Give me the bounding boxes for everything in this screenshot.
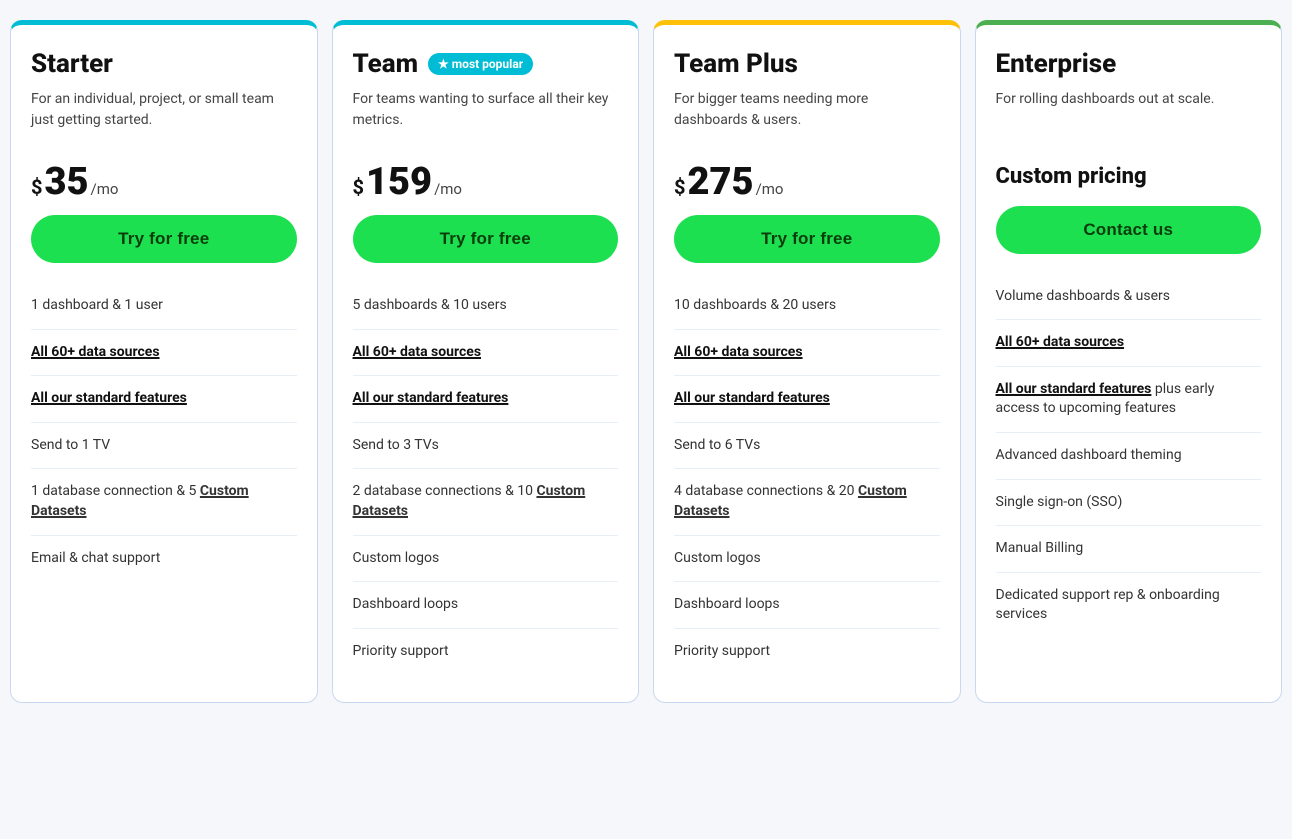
feature-bold-team-plus-4: Custom Datasets: [674, 483, 907, 519]
price-period-starter: /mo: [91, 180, 119, 198]
plan-price-team: $159/mo: [353, 163, 619, 201]
cta-button-enterprise[interactable]: Contact us: [996, 206, 1262, 254]
feature-item-team-6: Dashboard loops: [353, 582, 619, 629]
feature-item-starter-5: Email & chat support: [31, 536, 297, 582]
feature-item-enterprise-5: Manual Billing: [996, 526, 1262, 573]
plan-header-team: Team ★ most popular: [353, 49, 619, 79]
features-list-team-plus: 10 dashboards & 20 users All 60+ data sou…: [674, 283, 940, 674]
plan-name-team-plus: Team Plus: [674, 49, 798, 79]
plan-header-team-plus: Team Plus: [674, 49, 940, 79]
plan-description-team-plus: For bigger teams needing more dashboards…: [674, 89, 940, 149]
feature-item-team-4: 2 database connections & 10 Custom Datas…: [353, 469, 619, 535]
feature-link-team-plus-2[interactable]: All our standard features: [674, 390, 830, 406]
feature-item-team-3: Send to 3 TVs: [353, 423, 619, 470]
plan-card-team-plus: Team Plus For bigger teams needing more d…: [653, 20, 961, 703]
features-list-starter: 1 dashboard & 1 user All 60+ data sources…: [31, 283, 297, 581]
feature-item-team-plus-1: All 60+ data sources: [674, 330, 940, 377]
cta-button-team-plus[interactable]: Try for free: [674, 215, 940, 263]
price-dollar-team-plus: $: [674, 175, 685, 199]
custom-pricing-enterprise: Custom pricing: [996, 163, 1262, 192]
plan-header-starter: Starter: [31, 49, 297, 79]
feature-item-team-plus-3: Send to 6 TVs: [674, 423, 940, 470]
feature-link-enterprise-1[interactable]: All 60+ data sources: [996, 334, 1125, 350]
plan-card-enterprise: Enterprise For rolling dashboards out at …: [975, 20, 1283, 703]
feature-item-team-plus-0: 10 dashboards & 20 users: [674, 283, 940, 330]
pricing-grid: Starter For an individual, project, or sm…: [10, 20, 1282, 703]
feature-link-enterprise-2[interactable]: All our standard features: [996, 381, 1152, 397]
features-list-team: 5 dashboards & 10 users All 60+ data sour…: [353, 283, 619, 674]
feature-item-starter-1: All 60+ data sources: [31, 330, 297, 377]
price-period-team-plus: /mo: [756, 180, 784, 198]
feature-item-enterprise-1: All 60+ data sources: [996, 320, 1262, 367]
feature-link-starter-2[interactable]: All our standard features: [31, 390, 187, 406]
most-popular-badge-team: ★ most popular: [428, 53, 533, 75]
feature-item-enterprise-6: Dedicated support rep & onboarding servi…: [996, 573, 1262, 638]
feature-item-starter-0: 1 dashboard & 1 user: [31, 283, 297, 330]
feature-item-starter-2: All our standard features: [31, 376, 297, 423]
plan-description-starter: For an individual, project, or small tea…: [31, 89, 297, 149]
feature-link-team-1[interactable]: All 60+ data sources: [353, 344, 482, 360]
feature-item-enterprise-4: Single sign-on (SSO): [996, 480, 1262, 527]
price-dollar-starter: $: [31, 175, 42, 199]
feature-item-team-2: All our standard features: [353, 376, 619, 423]
plan-card-starter: Starter For an individual, project, or sm…: [10, 20, 318, 703]
price-amount-starter: 35: [44, 163, 88, 201]
feature-link-starter-1[interactable]: All 60+ data sources: [31, 344, 160, 360]
feature-item-team-5: Custom logos: [353, 536, 619, 583]
feature-item-team-plus-4: 4 database connections & 20 Custom Datas…: [674, 469, 940, 535]
feature-link-team-2[interactable]: All our standard features: [353, 390, 509, 406]
feature-item-team-1: All 60+ data sources: [353, 330, 619, 377]
feature-bold-starter-4: Custom Datasets: [31, 483, 249, 519]
feature-item-team-0: 5 dashboards & 10 users: [353, 283, 619, 330]
cta-button-starter[interactable]: Try for free: [31, 215, 297, 263]
feature-item-enterprise-2: All our standard features plus early acc…: [996, 367, 1262, 433]
feature-item-team-7: Priority support: [353, 629, 619, 675]
plan-description-team: For teams wanting to surface all their k…: [353, 89, 619, 149]
feature-item-enterprise-0: Volume dashboards & users: [996, 274, 1262, 321]
feature-item-starter-4: 1 database connection & 5 Custom Dataset…: [31, 469, 297, 535]
cta-button-team[interactable]: Try for free: [353, 215, 619, 263]
plan-price-team-plus: $275/mo: [674, 163, 940, 201]
feature-bold-team-4: Custom Datasets: [353, 483, 586, 519]
feature-item-team-plus-6: Dashboard loops: [674, 582, 940, 629]
feature-link-team-plus-1[interactable]: All 60+ data sources: [674, 344, 803, 360]
plan-name-enterprise: Enterprise: [996, 49, 1117, 79]
feature-item-starter-3: Send to 1 TV: [31, 423, 297, 470]
price-dollar-team: $: [353, 175, 364, 199]
plan-card-team: Team ★ most popular For teams wanting to s…: [332, 20, 640, 703]
feature-item-team-plus-5: Custom logos: [674, 536, 940, 583]
plan-name-team: Team: [353, 49, 419, 79]
plan-header-enterprise: Enterprise: [996, 49, 1262, 79]
features-list-enterprise: Volume dashboards & users All 60+ data so…: [996, 274, 1262, 638]
price-amount-team: 159: [366, 163, 432, 201]
plan-description-enterprise: For rolling dashboards out at scale.: [996, 89, 1262, 149]
plan-price-starter: $35/mo: [31, 163, 297, 201]
feature-item-team-plus-7: Priority support: [674, 629, 940, 675]
feature-item-team-plus-2: All our standard features: [674, 376, 940, 423]
price-period-team: /mo: [434, 180, 462, 198]
feature-item-enterprise-3: Advanced dashboard theming: [996, 433, 1262, 480]
price-amount-team-plus: 275: [687, 163, 753, 201]
plan-name-starter: Starter: [31, 49, 113, 79]
